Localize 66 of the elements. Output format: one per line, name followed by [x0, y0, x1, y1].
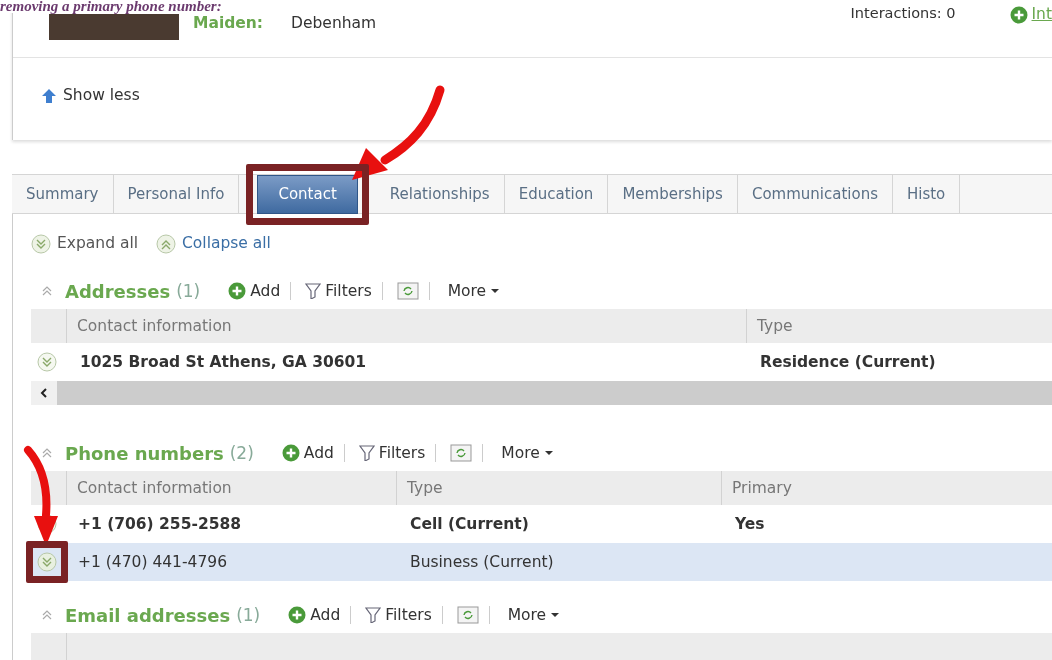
- expand-icon: [31, 233, 51, 254]
- highlight-frame: [26, 541, 68, 584]
- collapse-section-icon: [41, 447, 53, 460]
- column-header: Type: [746, 309, 1052, 344]
- refresh-icon: [396, 282, 419, 301]
- collapse-section-icon: [41, 285, 53, 298]
- add-icon: [1009, 5, 1028, 24]
- filters-button[interactable]: Filters: [354, 441, 430, 465]
- caption-text: removing a primary phone number:: [0, 0, 225, 13]
- section-title: Addresses: [65, 279, 171, 304]
- expand-all-link[interactable]: Expand all: [31, 232, 138, 256]
- tab[interactable]: Education: [504, 175, 609, 214]
- section-count: (1): [176, 279, 201, 303]
- column-header: Type: [396, 471, 721, 506]
- filters-button[interactable]: Filters: [361, 603, 436, 627]
- tab[interactable]: Summary: [12, 175, 114, 214]
- filter-icon: [365, 607, 382, 624]
- table-cell-text: +1 (470) 441-4796: [77, 551, 228, 573]
- more-dropdown[interactable]: More: [503, 603, 565, 627]
- table-cell-text: Yes: [734, 513, 766, 535]
- add-icon: [281, 444, 300, 463]
- section-title: Email addresses: [65, 603, 231, 628]
- add-icon: [228, 282, 247, 301]
- section-count: (2): [229, 441, 254, 465]
- add-button[interactable]: Add: [284, 603, 345, 627]
- collapse-all-link[interactable]: Collapse all: [156, 232, 271, 256]
- expand-row-icon: [37, 552, 57, 573]
- add-icon: [288, 606, 307, 625]
- show-less-link[interactable]: Show less: [41, 84, 140, 108]
- selected-row[interactable]: +1 (470) 441-4796 Business (Current): [31, 543, 1052, 582]
- maiden-label: Maiden:: [193, 13, 264, 34]
- add-button[interactable]: Add: [224, 279, 285, 303]
- interactions-count: Interactions: 0: [850, 4, 956, 23]
- horizontal-scrollbar[interactable]: [31, 381, 1052, 406]
- caret-icon: [490, 287, 501, 296]
- tab[interactable]: Contact: [257, 175, 358, 214]
- table-cell-text: 1025 Broad St Athens, GA 30601: [79, 351, 368, 373]
- more-dropdown[interactable]: More: [497, 441, 558, 465]
- tab[interactable]: Memberships: [608, 175, 738, 214]
- filter-icon: [305, 283, 322, 300]
- tab[interactable]: Relationships: [375, 175, 505, 214]
- more-dropdown[interactable]: More: [443, 279, 505, 303]
- caret-icon: [543, 449, 554, 458]
- expand-row-icon: [37, 352, 57, 373]
- table-cell-text: Residence (Current): [759, 351, 937, 373]
- up-arrow-icon: [41, 87, 57, 104]
- column-header: Primary: [721, 471, 1052, 506]
- table-cell-text: Business (Current): [409, 551, 555, 573]
- section-count: (1): [236, 603, 261, 627]
- table-cell-text: Cell (Current): [409, 513, 530, 535]
- tab[interactable]: Histo: [892, 175, 961, 214]
- filter-icon: [358, 445, 375, 462]
- tab[interactable]: Communications: [737, 175, 893, 214]
- refresh-icon: [450, 444, 473, 463]
- refresh-icon: [456, 606, 479, 625]
- caret-icon: [550, 611, 561, 620]
- table-cell-text: +1 (706) 255-2588: [77, 513, 242, 535]
- maiden-value: Debenham: [291, 13, 377, 34]
- filters-button[interactable]: Filters: [301, 279, 376, 303]
- add-button[interactable]: Add: [277, 441, 338, 465]
- collapse-icon: [156, 233, 176, 254]
- collapse-section-icon: [41, 609, 53, 622]
- section-title: Phone numbers: [65, 441, 224, 466]
- column-header: Contact information: [66, 471, 396, 506]
- tab[interactable]: Personal Info: [113, 175, 240, 214]
- column-header: Contact information: [66, 309, 746, 344]
